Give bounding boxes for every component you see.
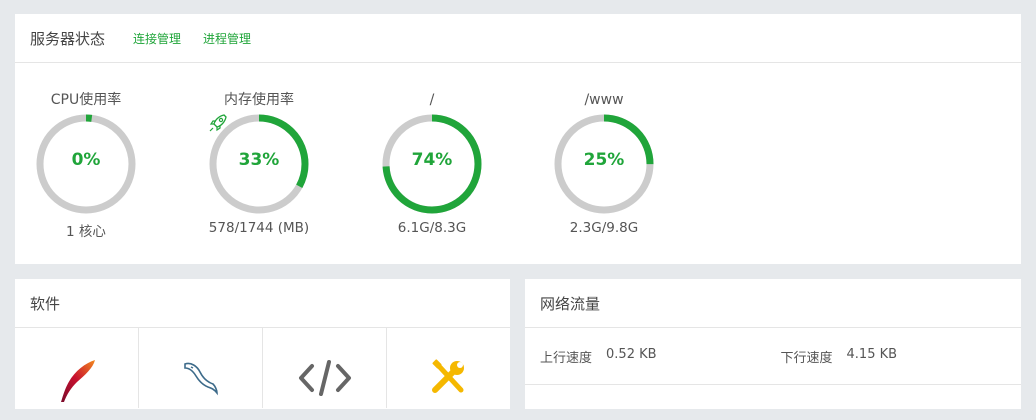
tools-icon (431, 359, 464, 393)
software-item-apache[interactable] (15, 328, 139, 408)
gauge-sub: 2.3G/9.8G (569, 220, 639, 236)
software-item-mysql[interactable] (139, 328, 263, 408)
cpu-gauge[interactable]: CPU使用率 0% 1 核心 (11, 90, 161, 240)
server-status-header: 服务器状态 连接管理 进程管理 (15, 14, 1021, 63)
server-status-panel: 服务器状态 连接管理 进程管理 CPU使用率 0% 1 核心 内存使用率 33%… (15, 14, 1021, 264)
rocket-icon[interactable] (207, 112, 229, 134)
network-title: 网络流量 (540, 294, 601, 313)
software-grid (15, 328, 510, 408)
code-brackets-icon (298, 360, 351, 396)
upload-speed-value: 0.52 KB (606, 346, 657, 362)
upload-speed-label: 上行速度 (540, 350, 593, 366)
gauge-ring: 33% (207, 112, 311, 216)
apache-feather-icon (60, 360, 95, 402)
process-manage-link[interactable]: 进程管理 (203, 30, 251, 47)
gauge-label: /www (584, 92, 624, 108)
gauge-ring: 74% (380, 112, 484, 216)
root-disk-gauge[interactable]: / 74% 6.1G/8.3G (357, 90, 507, 236)
network-speed-row: 上行速度 0.52 KB 下行速度 4.15 KB (525, 328, 1021, 385)
download-speed-label: 下行速度 (780, 350, 833, 366)
mysql-dolphin-icon (183, 362, 218, 396)
gauge-sub: 1 核心 (66, 224, 106, 240)
gauge-sub: 578/1744 (MB) (208, 220, 310, 236)
gauge-label: 内存使用率 (224, 92, 294, 108)
download-speed-value: 4.15 KB (846, 346, 898, 362)
gauge-value: 0% (71, 150, 101, 170)
gauge-ring: 25% (552, 112, 656, 216)
software-header: 软件 (15, 279, 510, 328)
gauge-label: CPU使用率 (50, 92, 122, 108)
network-panel: 网络流量 上行速度 0.52 KB 下行速度 4.15 KB (525, 279, 1021, 409)
download-speed: 下行速度 4.15 KB (781, 347, 1022, 366)
network-header: 网络流量 (525, 279, 1021, 328)
connection-manage-link[interactable]: 连接管理 (133, 30, 181, 47)
software-title: 软件 (30, 294, 61, 313)
gauge-value: 74% (411, 150, 453, 170)
software-item-code[interactable] (263, 328, 387, 408)
gauge-ring: 0% (34, 112, 138, 216)
gauge-sub: 6.1G/8.3G (397, 220, 467, 236)
software-panel: 软件 (15, 279, 510, 409)
www-disk-gauge[interactable]: /www 25% 2.3G/9.8G (529, 90, 679, 236)
server-status-title: 服务器状态 (30, 29, 106, 48)
upload-speed: 上行速度 0.52 KB (540, 347, 781, 366)
gauge-value: 25% (583, 150, 625, 170)
gauge-label: / (429, 92, 435, 108)
memory-gauge[interactable]: 内存使用率 33% 578/1744 (MB) (184, 90, 334, 236)
software-item-tools[interactable] (387, 328, 510, 408)
gauge-value: 33% (238, 150, 280, 170)
